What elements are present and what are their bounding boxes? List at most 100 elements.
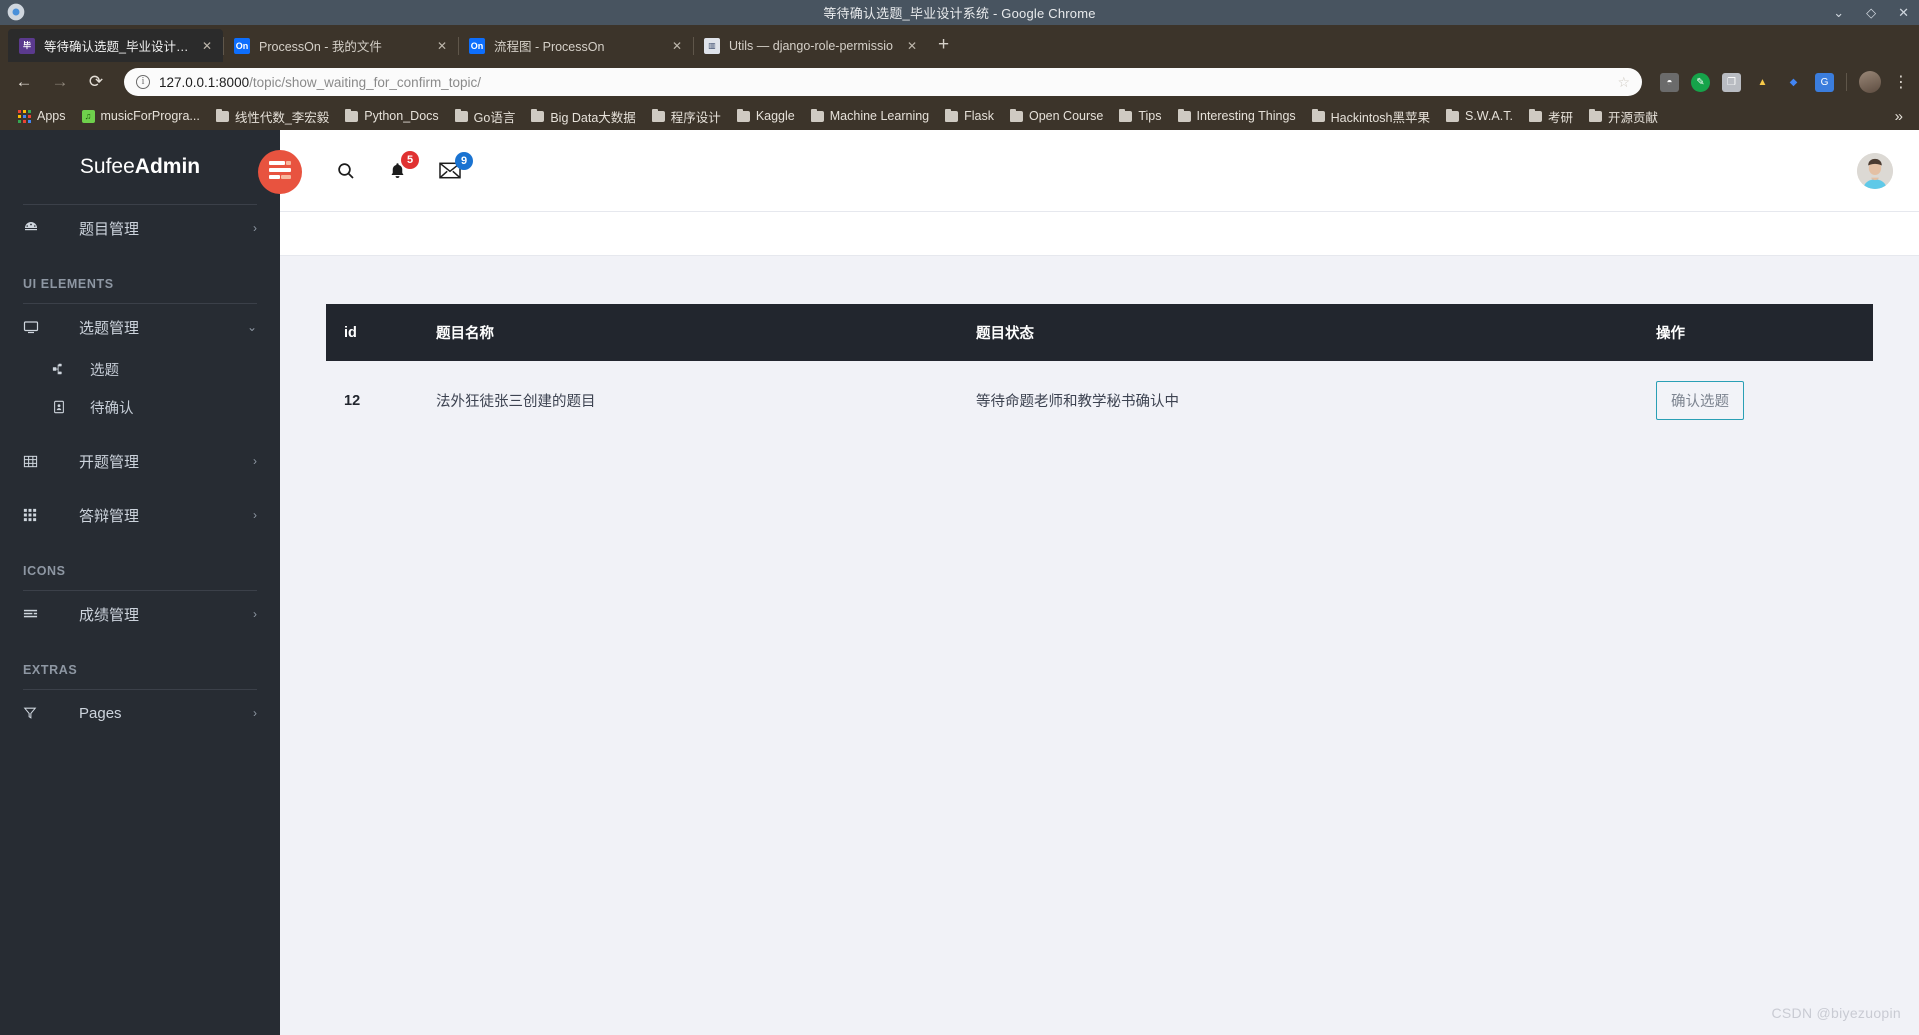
profile-avatar[interactable]	[1859, 71, 1881, 93]
confirm-topic-button[interactable]: 确认选题	[1656, 381, 1744, 420]
chrome-menu-icon[interactable]: ⋮	[1893, 72, 1909, 92]
meet-icon[interactable]: ◆	[1784, 73, 1803, 92]
bookmark-label: Flask	[964, 109, 994, 123]
sidebar-item-pages[interactable]: Pages ›	[0, 690, 280, 736]
sidebar-item-proposal-management[interactable]: 开题管理 ›	[0, 438, 280, 484]
pycharm-favicon-icon: ▥	[704, 37, 720, 54]
chevron-right-icon: ›	[253, 607, 257, 621]
search-icon[interactable]	[336, 161, 356, 181]
browser-tab[interactable]: On 流程图 - ProcessOn ✕	[458, 29, 693, 62]
bookmark-item[interactable]: ♫ musicForProgra...	[74, 109, 208, 123]
bookmark-label: Interesting Things	[1196, 109, 1296, 123]
bookmark-label: Big Data大数据	[550, 110, 636, 125]
sidebar-item-topic-management[interactable]: 题目管理 ›	[0, 205, 280, 251]
sidebar-subitem-selection[interactable]: 选题	[0, 350, 280, 388]
column-header-id: id	[326, 304, 436, 361]
new-tab-button[interactable]: +	[938, 34, 949, 56]
bookmark-apps[interactable]: Apps	[10, 109, 74, 123]
sidebar-item-score-management[interactable]: 成绩管理 ›	[0, 591, 280, 637]
bookmark-star-icon[interactable]: ☆	[1617, 74, 1630, 91]
music-icon: ♫	[81, 109, 95, 123]
cell-name: 法外狂徒张三创建的题目	[436, 394, 596, 410]
bookmarks-overflow-icon[interactable]: »	[1889, 108, 1909, 125]
column-header-status: 题目状态	[976, 304, 1656, 361]
site-favicon-icon: 毕	[19, 37, 35, 54]
folder-icon	[1588, 108, 1602, 122]
bookmark-label: Tips	[1138, 109, 1162, 123]
cell-status: 等待命题老师和教学秘书确认中	[976, 394, 1179, 410]
bell-icon[interactable]: 5	[388, 150, 419, 181]
bookmark-item[interactable]: Python_Docs	[337, 108, 446, 123]
bookmark-item[interactable]: 考研	[1521, 107, 1581, 126]
bookmark-label: Hackintosh黑苹果	[1330, 110, 1430, 125]
tab-close-icon[interactable]: ✕	[434, 39, 450, 53]
reload-icon[interactable]: ⟳	[82, 68, 110, 96]
brand-logo[interactable]: Sufee Admin	[0, 130, 280, 204]
bookmark-item[interactable]: Tips	[1111, 108, 1169, 123]
tab-close-icon[interactable]: ✕	[904, 39, 920, 53]
copy-icon[interactable]: ❐	[1722, 72, 1741, 92]
bookmark-item[interactable]: 线性代数_李宏毅	[208, 107, 337, 126]
tab-label: 等待确认选题_毕业设计系统	[44, 40, 190, 54]
apps-grid-icon	[18, 109, 31, 123]
keep-icon[interactable]: ◓	[1660, 72, 1679, 92]
forward-icon[interactable]: →	[46, 68, 74, 96]
bookmarks-bar: Apps ♫ musicForProgra... 线性代数_李宏毅 Python…	[0, 102, 1919, 130]
avatar[interactable]	[1857, 152, 1893, 189]
sitemap-icon	[52, 362, 72, 376]
page-body: Sufee Admin 题目管理 › UI ELEMENTS 选题管理 ⌄ 选题	[0, 130, 1919, 1035]
drive-icon[interactable]: ▲	[1753, 73, 1772, 92]
folder-icon	[945, 108, 959, 122]
extension-icons: ◓ ✎ ❐ ▲ ◆ G ⋮	[1656, 71, 1909, 93]
back-icon[interactable]: ←	[10, 68, 38, 96]
bookmark-item[interactable]: Kaggle	[729, 108, 803, 123]
sidebar-subitem-pending-confirm[interactable]: 待确认	[0, 388, 280, 426]
bookmark-item[interactable]: Flask	[937, 108, 1002, 123]
bookmark-item[interactable]: Interesting Things	[1170, 108, 1304, 123]
maximize-icon[interactable]: ◇	[1866, 6, 1876, 19]
bookmark-label: S.W.A.T.	[1465, 109, 1513, 123]
tab-close-icon[interactable]: ✕	[199, 39, 215, 53]
sidebar-toggle-button[interactable]	[258, 150, 302, 194]
watermark: CSDN @biyezuopin	[1771, 1005, 1901, 1021]
envelope-icon[interactable]: 9	[439, 152, 473, 179]
grid-icon	[23, 508, 45, 522]
sidebar-item-label: 开题管理	[79, 453, 140, 471]
bookmark-item[interactable]: 开源贡献	[1581, 107, 1666, 126]
chevron-right-icon: ›	[253, 706, 257, 720]
tab-label: Utils — django-role-permissio	[729, 38, 893, 53]
sidebar-item-label: 答辩管理	[79, 507, 140, 525]
folder-icon	[215, 108, 229, 122]
bookmark-item[interactable]: Big Data大数据	[523, 107, 643, 126]
site-info-icon[interactable]: i	[136, 75, 150, 89]
translate-icon[interactable]: ✎	[1691, 72, 1710, 92]
minimize-icon[interactable]: ⌄	[1833, 6, 1844, 19]
bookmark-item[interactable]: Go语言	[447, 107, 524, 126]
folder-icon	[1446, 108, 1459, 122]
breadcrumb-band	[280, 212, 1919, 256]
bookmark-item[interactable]: Open Course	[1002, 108, 1111, 123]
browser-tab[interactable]: ▥ Utils — django-role-permissio ✕	[693, 29, 928, 62]
topics-card: id 题目名称 题目状态 操作 12 法外狂徒张三创建的题目 等待命题老师和教学…	[326, 304, 1873, 440]
sidebar-item-label: Pages	[79, 704, 122, 722]
folder-icon	[531, 108, 545, 122]
bookmark-item[interactable]: Machine Learning	[803, 108, 937, 123]
dashboard-icon	[23, 220, 45, 236]
tab-label: 流程图 - ProcessOn	[494, 40, 605, 54]
bookmark-item[interactable]: 程序设计	[644, 107, 729, 126]
gtranslate-icon[interactable]: G	[1815, 72, 1834, 92]
bookmark-label: Open Course	[1029, 109, 1104, 123]
browser-tab[interactable]: On ProcessOn - 我的文件 ✕	[223, 29, 458, 62]
bookmark-label: 程序设计	[670, 110, 721, 125]
close-icon[interactable]: ✕	[1898, 6, 1909, 19]
sidebar-section-ui-elements: UI ELEMENTS	[23, 277, 114, 291]
tab-close-icon[interactable]: ✕	[669, 39, 685, 53]
mail-badge: 9	[455, 152, 473, 170]
bookmark-item[interactable]: Hackintosh黑苹果	[1304, 107, 1438, 126]
sidebar-item-selection-management[interactable]: 选题管理 ⌄	[0, 304, 280, 350]
address-bar[interactable]: i 127.0.0.1:8000/topic/show_waiting_for_…	[124, 68, 1642, 96]
bookmark-item[interactable]: S.W.A.T.	[1438, 108, 1521, 123]
browser-tab[interactable]: 毕 等待确认选题_毕业设计系统 ✕	[8, 29, 223, 62]
sidebar-item-defense-management[interactable]: 答辩管理 ›	[0, 492, 280, 538]
bookmark-label: Python_Docs	[364, 109, 439, 123]
